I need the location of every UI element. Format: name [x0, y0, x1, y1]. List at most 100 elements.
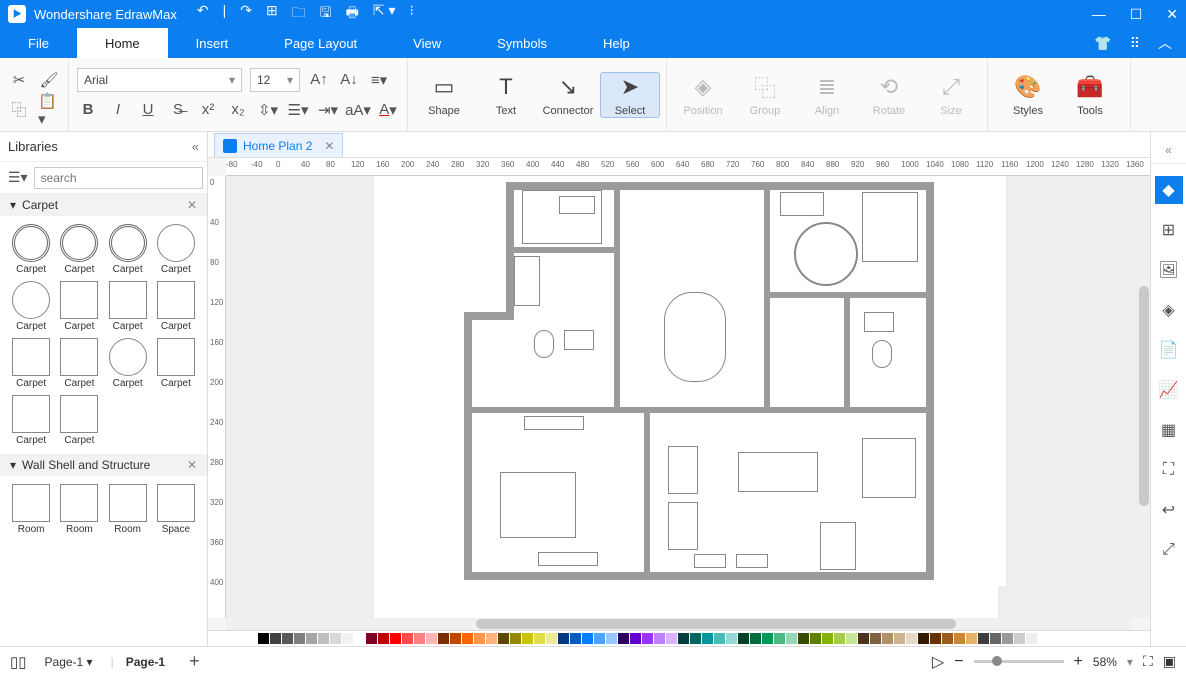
font-color-icon[interactable]: A▾: [377, 99, 399, 121]
color-swatch[interactable]: [810, 633, 821, 644]
subscript-icon[interactable]: x₂: [227, 99, 249, 121]
menu-symbols[interactable]: Symbols: [469, 28, 575, 58]
size-tool[interactable]: ⤢Size: [921, 73, 981, 117]
cut-icon[interactable]: ✂: [8, 69, 30, 91]
tshirt-icon[interactable]: 👕: [1094, 35, 1111, 52]
color-swatch[interactable]: [942, 633, 953, 644]
menu-home[interactable]: Home: [77, 28, 168, 58]
color-swatch[interactable]: [618, 633, 629, 644]
color-swatch[interactable]: [774, 633, 785, 644]
library-shape-item[interactable]: Room: [8, 484, 54, 535]
library-shape-item[interactable]: Carpet: [105, 281, 151, 332]
color-swatch[interactable]: [1026, 633, 1037, 644]
group-tool[interactable]: ⿻Group: [735, 73, 795, 117]
menu-help[interactable]: Help: [575, 28, 658, 58]
strike-icon[interactable]: S̶: [167, 99, 189, 121]
indent-icon[interactable]: ⇥▾: [317, 99, 339, 121]
outline-view-icon[interactable]: ▯▯: [10, 653, 27, 671]
color-swatch[interactable]: [714, 633, 725, 644]
color-swatch[interactable]: [558, 633, 569, 644]
bullet-list-icon[interactable]: ☰▾: [287, 99, 309, 121]
underline-icon[interactable]: U: [137, 99, 159, 121]
history-panel-icon[interactable]: ↩: [1155, 496, 1183, 524]
menu-file[interactable]: File: [0, 28, 77, 58]
color-swatch[interactable]: [582, 633, 593, 644]
font-size-select[interactable]: 12▾: [250, 68, 300, 92]
color-swatch[interactable]: [630, 633, 641, 644]
library-dropdown-icon[interactable]: ☰▾: [8, 169, 28, 186]
library-shape-item[interactable]: Carpet: [153, 338, 199, 389]
color-swatch[interactable]: [666, 633, 677, 644]
library-shape-item[interactable]: Carpet: [8, 281, 54, 332]
theme-panel-icon[interactable]: ◆: [1155, 176, 1183, 204]
color-swatch[interactable]: [1002, 633, 1013, 644]
library-shape-item[interactable]: Carpet: [8, 395, 54, 446]
text-tool[interactable]: TText: [476, 73, 536, 117]
increase-font-icon[interactable]: A↑: [308, 69, 330, 91]
document-tab[interactable]: Home Plan 2 ✕: [214, 133, 343, 157]
connector-tool[interactable]: ↘Connector: [538, 73, 598, 117]
align-tool[interactable]: ≣Align: [797, 73, 857, 117]
library-search-input[interactable]: [34, 167, 203, 189]
library-shape-item[interactable]: Room: [105, 484, 151, 535]
color-swatch[interactable]: [438, 633, 449, 644]
layers-panel-icon[interactable]: ◈: [1155, 296, 1183, 324]
grid-icon[interactable]: ⠿: [1130, 35, 1140, 52]
color-swatch[interactable]: [390, 633, 401, 644]
close-category-icon[interactable]: ✕: [187, 198, 197, 212]
color-swatch[interactable]: [426, 633, 437, 644]
library-shape-item[interactable]: Carpet: [56, 338, 102, 389]
color-swatch[interactable]: [366, 633, 377, 644]
undo-icon[interactable]: ↶: [197, 2, 209, 26]
format-painter-icon[interactable]: 🖌: [38, 69, 60, 91]
color-swatch[interactable]: [1014, 633, 1025, 644]
case-icon[interactable]: aA▾: [347, 99, 369, 121]
color-swatch[interactable]: [474, 633, 485, 644]
close-tab-icon[interactable]: ✕: [324, 139, 334, 153]
floorplan-drawing[interactable]: [464, 182, 934, 580]
close-button[interactable]: ✕: [1166, 6, 1178, 23]
zoom-slider[interactable]: [974, 660, 1064, 663]
canvas-stage[interactable]: [226, 176, 1150, 618]
library-shape-item[interactable]: Carpet: [153, 281, 199, 332]
color-swatch[interactable]: [486, 633, 497, 644]
styles-button[interactable]: 🎨Styles: [998, 73, 1058, 117]
bold-icon[interactable]: B: [77, 99, 99, 121]
menu-page-layout[interactable]: Page Layout: [256, 28, 385, 58]
color-swatch[interactable]: [906, 633, 917, 644]
color-swatch[interactable]: [702, 633, 713, 644]
color-swatch[interactable]: [654, 633, 665, 644]
horizontal-ruler[interactable]: -80-400408012016020024028032036040044048…: [226, 158, 1150, 176]
color-swatch[interactable]: [738, 633, 749, 644]
color-swatch[interactable]: [330, 633, 341, 644]
page-panel-icon[interactable]: 📄: [1155, 336, 1183, 364]
library-shape-item[interactable]: Carpet: [56, 224, 102, 275]
library-shape-item[interactable]: Carpet: [8, 338, 54, 389]
color-swatch[interactable]: [642, 633, 653, 644]
vertical-scrollbar[interactable]: [1138, 176, 1150, 618]
color-swatch[interactable]: [522, 633, 533, 644]
tools-button[interactable]: 🧰Tools: [1060, 73, 1120, 117]
maximize-button[interactable]: ☐: [1130, 6, 1143, 23]
color-swatch[interactable]: [414, 633, 425, 644]
resize-panel-icon[interactable]: ⛶: [1155, 456, 1183, 484]
library-category-carpet[interactable]: ▾Carpet✕: [0, 194, 207, 216]
library-shape-item[interactable]: Space: [153, 484, 199, 535]
table-panel-icon[interactable]: ▦: [1155, 416, 1183, 444]
color-swatch[interactable]: [570, 633, 581, 644]
color-swatch[interactable]: [930, 633, 941, 644]
fullscreen-panel-icon[interactable]: ⤢: [1155, 536, 1183, 564]
library-shape-item[interactable]: Carpet: [56, 395, 102, 446]
color-swatch[interactable]: [894, 633, 905, 644]
color-swatch[interactable]: [726, 633, 737, 644]
page-surface[interactable]: [374, 176, 1006, 586]
color-swatch[interactable]: [834, 633, 845, 644]
fit-page-icon[interactable]: ⛶: [1143, 653, 1153, 670]
color-swatch[interactable]: [990, 633, 1001, 644]
fit-width-icon[interactable]: ▣: [1163, 653, 1176, 670]
color-swatch[interactable]: [882, 633, 893, 644]
color-swatch[interactable]: [294, 633, 305, 644]
collapse-ribbon-icon[interactable]: ︿: [1158, 33, 1172, 53]
vertical-ruler[interactable]: 04080120160200240280320360400: [208, 176, 226, 618]
color-swatch[interactable]: [918, 633, 929, 644]
